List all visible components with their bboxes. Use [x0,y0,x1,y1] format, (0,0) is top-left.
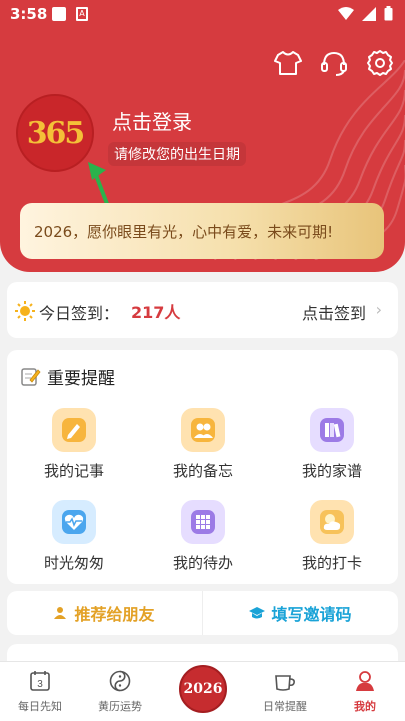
notification-icon [52,7,66,21]
grid-item-label: 我的家谱 [301,462,362,480]
nav-label: 我的 [354,700,376,713]
cup-icon [275,675,295,691]
my-memo-item[interactable]: 我的备忘 [148,408,258,481]
grid-item-label: 我的备忘 [172,462,233,480]
share-row: 推荐给朋友 填写邀请码 [7,591,398,635]
new-year-banner: 2026，愿你眼里有光，心中有爱，未来可期! [20,203,384,259]
center-logo-button[interactable]: 2026 [179,665,227,713]
nav-label: 黄历运势 [98,700,142,713]
nav-label: 每日先知 [18,700,62,713]
weather-icon [310,500,354,544]
profile-header: 3:58 A 365 点击登录 请修改您的出生日期 2026，愿你眼里有光，心中… [0,0,405,272]
chevron-right-icon: › [375,300,382,319]
time-flies-item[interactable]: 时光匆匆 [19,500,129,573]
avatar-logo-text: 365 [26,115,86,151]
login-link[interactable]: 点击登录 [112,106,192,135]
pen-icon [52,408,96,452]
books-icon [310,408,354,452]
status-time: 3:58 [10,5,48,23]
calendar-day: 3 [37,679,43,690]
card-title: 重要提醒 [47,369,115,389]
nav-daily-reminder[interactable]: 日常提醒 [245,668,325,714]
invite-label: 填写邀请码 [271,605,352,624]
my-todo-item[interactable]: 我的待办 [148,500,258,573]
my-notes-item[interactable]: 我的记事 [19,408,129,481]
banner-text: 2026，愿你眼里有光，心中有爱，未来可期! [34,222,334,241]
grid-item-label: 我的打卡 [301,554,362,572]
battery-icon [384,6,393,21]
shirt-icon[interactable] [273,48,303,78]
wifi-icon [338,6,354,20]
important-reminders-card: 重要提醒 我的记事 我的备忘 我的家谱 时光匆匆 我的待办 我的打卡 [7,350,398,584]
family-tree-item[interactable]: 我的家谱 [277,408,387,481]
grid-icon [181,500,225,544]
calendar-icon: 3 [30,671,50,691]
enter-invite-code-button[interactable]: 填写邀请码 [203,591,398,635]
signal-icon [362,6,376,21]
nav-label: 日常提醒 [263,700,307,713]
sun-icon [15,301,35,321]
checkin-label: 今日签到： [39,304,120,323]
app-notification-icon: A [76,7,88,21]
grid-item-label: 时光匆匆 [43,554,104,572]
people-icon [181,408,225,452]
checkin-count: 217人 [131,303,181,322]
grid-item-label: 我的待办 [172,554,233,572]
nav-mine[interactable]: 我的 [325,668,405,714]
grid-item-label: 我的记事 [43,462,104,480]
customer-service-icon[interactable] [319,48,349,78]
my-checkin-item[interactable]: 我的打卡 [277,500,387,573]
recommend-label: 推荐给朋友 [74,605,155,624]
notepad-pencil-icon [21,368,41,386]
nav-daily-prophet[interactable]: 3 每日先知 [0,668,80,714]
status-bar: 3:58 A [0,0,405,30]
nav-almanac[interactable]: 黄历运势 [80,668,160,714]
graduation-cap-icon [249,607,266,619]
heartbeat-icon [52,500,96,544]
recommend-to-friend-button[interactable]: 推荐给朋友 [7,591,203,635]
checkin-bar[interactable]: 今日签到： 217人 点击签到 › [7,282,398,338]
settings-gear-icon[interactable] [365,48,395,78]
center-logo-text: 2026 [183,681,223,697]
yinyang-icon [109,670,131,692]
user-icon [356,671,374,691]
user-icon [54,607,67,619]
avatar[interactable]: 365 [16,94,94,172]
checkin-button[interactable]: 点击签到 [302,300,366,324]
